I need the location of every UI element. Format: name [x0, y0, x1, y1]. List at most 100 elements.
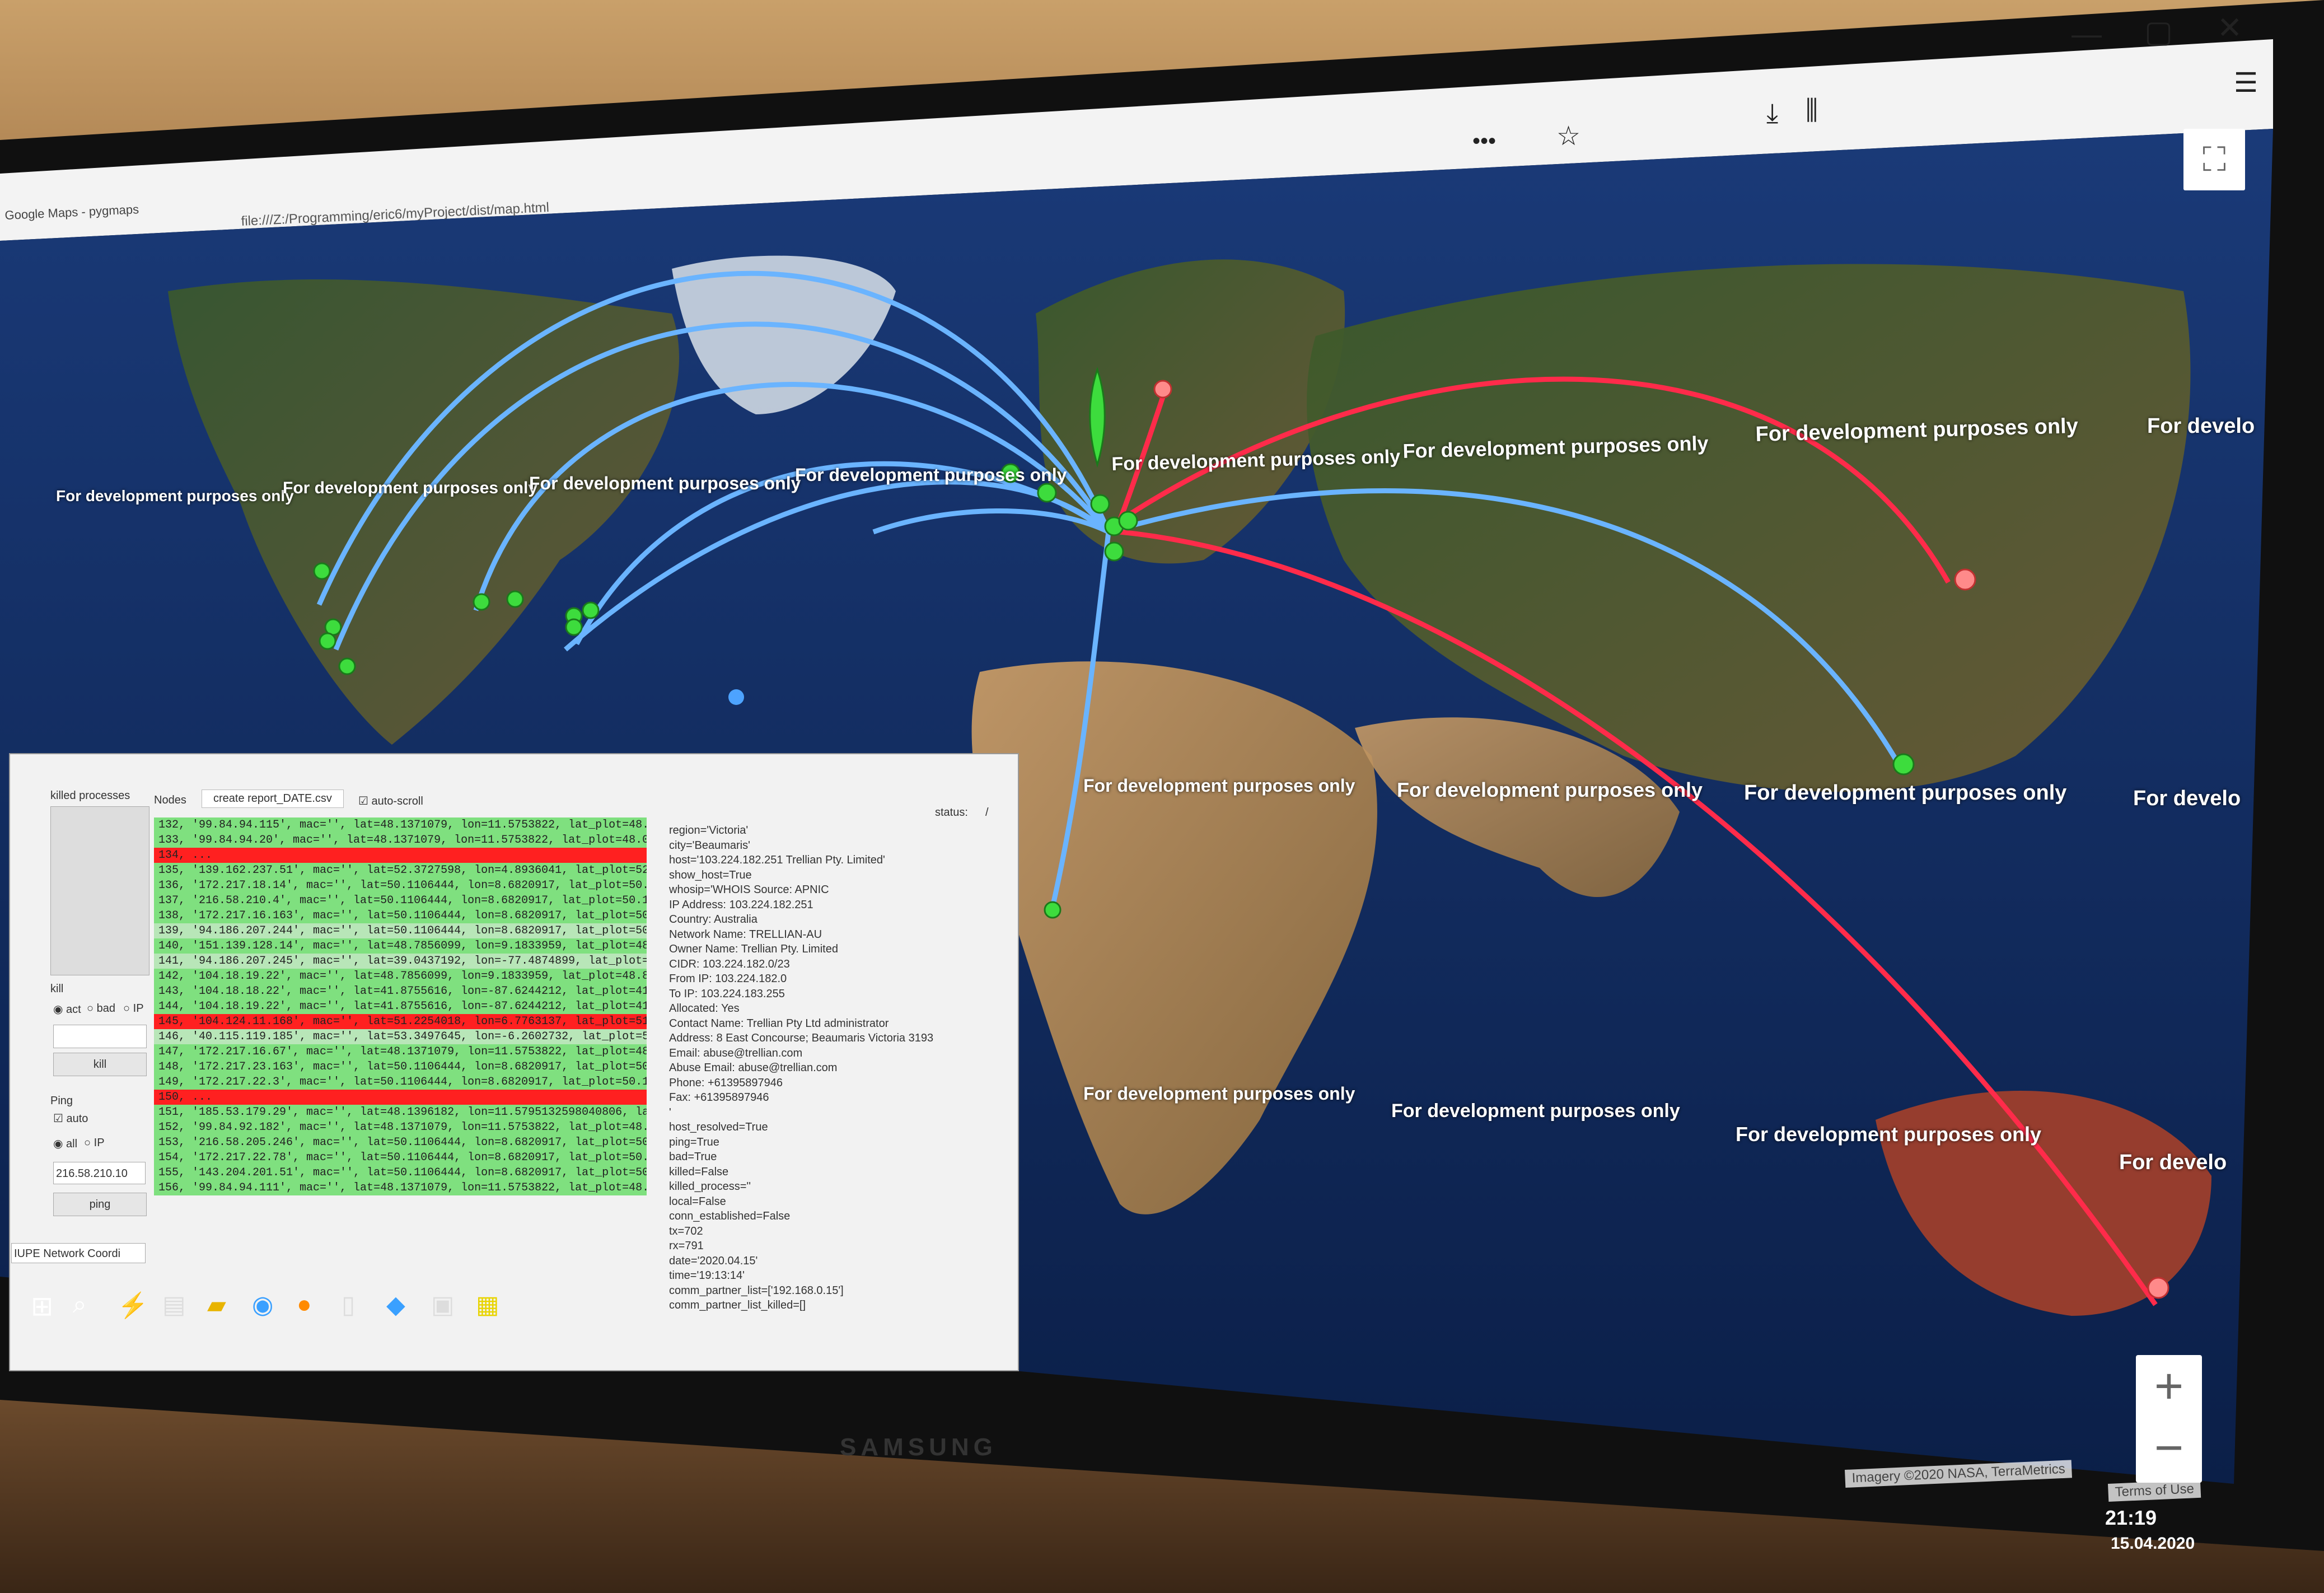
detail-line: Owner Name: Trellian Pty. Limited — [669, 943, 838, 955]
node-row[interactable]: 149, '172.217.22.3', mac='', lat=50.1106… — [154, 1075, 647, 1090]
kill-combo[interactable] — [53, 1025, 147, 1048]
detail-line: IP Address: 103.224.182.251 — [669, 898, 813, 911]
node-row[interactable]: 140, '151.139.128.14', mac='', lat=48.78… — [154, 938, 647, 954]
all-radio[interactable]: ◉ all — [53, 1137, 77, 1151]
ping-label: Ping — [50, 1095, 73, 1107]
node-row[interactable]: 148, '172.217.23.163', mac='', lat=50.11… — [154, 1059, 647, 1075]
node-row[interactable]: 146, '40.115.119.185', mac='', lat=53.34… — [154, 1029, 647, 1044]
auto-checkbox[interactable]: ☑ auto — [53, 1111, 88, 1125]
node-row[interactable]: 138, '172.217.16.163', mac='', lat=50.11… — [154, 908, 647, 923]
node-row[interactable]: 145, '104.124.11.168', mac='', lat=51.22… — [154, 1014, 647, 1029]
firefox-icon[interactable]: ● — [297, 1291, 312, 1319]
app-icon[interactable]: ▣ — [431, 1291, 455, 1319]
dev-watermark-cut: For develo — [2147, 414, 2255, 438]
bookmark-star-icon[interactable]: ☆ — [1556, 120, 1580, 152]
node-row[interactable]: 143, '104.18.18.22', mac='', lat=41.8755… — [154, 984, 647, 999]
zoom-out-button[interactable]: − — [2136, 1417, 2202, 1483]
detail-line: host_resolved=True — [669, 1121, 768, 1133]
status-label: status: — [935, 806, 968, 819]
node-row[interactable]: 153, '216.58.205.246', mac='', lat=50.11… — [154, 1135, 647, 1150]
detail-line: To IP: 103.224.183.255 — [669, 987, 785, 1000]
app-icon[interactable]: ◆ — [386, 1291, 405, 1319]
minimize-icon[interactable]: — — [2072, 17, 2102, 52]
close-icon[interactable]: ✕ — [2217, 10, 2242, 45]
detail-line: time='19:13:14' — [669, 1269, 745, 1282]
node-row[interactable]: 154, '172.217.22.78', mac='', lat=50.110… — [154, 1150, 647, 1165]
node-row[interactable]: 144, '104.18.19.22', mac='', lat=41.8755… — [154, 999, 647, 1014]
node-row[interactable]: 132, '99.84.94.115', mac='', lat=48.1371… — [154, 817, 647, 833]
blue-pin — [728, 689, 744, 705]
dev-watermark: For development purposes only — [1083, 776, 1355, 796]
node-row[interactable]: 150, ... — [154, 1090, 647, 1105]
windows-start-icon[interactable]: ⊞ — [31, 1291, 53, 1322]
node-row[interactable]: 141, '94.186.207.245', mac='', lat=39.04… — [154, 954, 647, 969]
python-app-icon[interactable]: ▦ — [476, 1291, 499, 1319]
bad-label: bad — [96, 1002, 116, 1015]
zoom-in-button[interactable]: + — [2136, 1355, 2202, 1421]
network-combo[interactable]: IUPE Network Coordi — [11, 1243, 146, 1263]
node-row[interactable]: 139, '94.186.207.244', mac='', lat=50.11… — [154, 923, 647, 938]
ip2-label: IP — [93, 1137, 105, 1149]
fullscreen-button[interactable]: ⛶ — [2183, 129, 2245, 190]
more-icon[interactable]: ••• — [1472, 129, 1496, 154]
node-row[interactable]: 147, '172.217.16.67', mac='', lat=48.137… — [154, 1044, 647, 1059]
dev-watermark: For development purposes only — [1083, 1083, 1355, 1104]
node-row[interactable]: 151, '185.53.179.29', mac='', lat=48.139… — [154, 1105, 647, 1120]
detail-line: city='Beaumaris' — [669, 839, 750, 852]
ip2-radio[interactable]: ○ IP — [84, 1137, 105, 1150]
detail-line: date='2020.04.15' — [669, 1254, 758, 1267]
kill-button[interactable]: kill — [53, 1053, 147, 1076]
menu-icon[interactable]: ☰ — [2234, 67, 2258, 99]
act-radio[interactable]: ◉ act — [53, 1002, 81, 1016]
node-row[interactable]: 156, '99.84.94.111', mac='', lat=48.1371… — [154, 1180, 647, 1195]
detail-line: comm_partner_list=['192.168.0.15'] — [669, 1284, 844, 1297]
detail-line: show_host=True — [669, 868, 752, 881]
dev-watermark: For development purposes only — [1744, 781, 2067, 805]
detail-line: killed_process='' — [669, 1180, 751, 1193]
node-row[interactable]: 152, '99.84.92.182', mac='', lat=48.1371… — [154, 1120, 647, 1135]
bad-radio[interactable]: ○ bad — [87, 1002, 115, 1015]
detail-line: Abuse Email: abuse@trellian.com — [669, 1062, 838, 1074]
auto-label: auto — [66, 1113, 88, 1125]
app-icon[interactable]: ⚡ — [118, 1291, 148, 1320]
app-icon[interactable]: ◉ — [252, 1291, 273, 1319]
node-list[interactable]: 132, '99.84.94.115', mac='', lat=48.1371… — [154, 817, 647, 1321]
dev-watermark-cut: For develo — [2133, 787, 2241, 810]
node-row[interactable]: 135, '139.162.237.51', mac='', lat=52.37… — [154, 863, 647, 878]
tab-create-report[interactable]: create report_DATE.csv — [202, 790, 344, 808]
node-row[interactable]: 134, ... — [154, 848, 647, 863]
detail-line: Contact Name: Trellian Pty Ltd administr… — [669, 1017, 889, 1030]
ping-button[interactable]: ping — [53, 1193, 147, 1216]
library-icon[interactable]: ⫼ — [1806, 95, 1818, 127]
detail-line: Network Name: TRELLIAN-AU — [669, 928, 822, 941]
detail-line: Country: Australia — [669, 913, 757, 926]
detail-line: tx=702 — [669, 1225, 703, 1237]
ip-radio[interactable]: ○ IP — [123, 1002, 144, 1015]
node-details: region='Victoria' city='Beaumaris' host='1… — [669, 823, 983, 1313]
download-icon[interactable]: ⤓ — [1766, 98, 1778, 129]
node-row[interactable]: 155, '143.204.201.51', mac='', lat=50.11… — [154, 1165, 647, 1180]
folder-icon[interactable]: ▰ — [207, 1291, 226, 1319]
node-row[interactable]: 133, '99.84.94.20', mac='', lat=48.13710… — [154, 833, 647, 848]
node-row[interactable]: 137, '216.58.210.4', mac='', lat=50.1106… — [154, 893, 647, 908]
detail-line: bad=True — [669, 1151, 717, 1163]
maximize-icon[interactable]: ▢ — [2144, 14, 2173, 49]
document-icon[interactable]: ▯ — [342, 1291, 355, 1319]
ip-input[interactable]: 216.58.210.10 — [53, 1162, 146, 1184]
detail-line: killed=False — [669, 1165, 729, 1178]
dev-watermark-cut: For develo — [2119, 1151, 2227, 1174]
app-icon[interactable]: ▤ — [162, 1291, 186, 1319]
tab-nodes[interactable]: Nodes — [154, 794, 186, 807]
detail-line: local=False — [669, 1195, 726, 1208]
node-row[interactable]: 136, '172.217.18.14', mac='', lat=50.110… — [154, 878, 647, 893]
autoscroll-checkbox[interactable]: ☑ auto-scroll — [358, 794, 423, 808]
detail-line: region='Victoria' — [669, 824, 749, 837]
detail-line: Email: abuse@trellian.com — [669, 1047, 803, 1059]
clock-time: 21:19 — [2105, 1506, 2157, 1529]
autoscroll-label: auto-scroll — [371, 795, 423, 807]
search-icon[interactable]: ⌕ — [73, 1291, 87, 1319]
detail-line: whosip='WHOIS Source: APNIC — [669, 884, 829, 896]
fullscreen-icon: ⛶ — [2203, 141, 2226, 178]
killed-processes-list[interactable] — [50, 806, 149, 975]
node-row[interactable]: 142, '104.18.19.22', mac='', lat=48.7856… — [154, 969, 647, 984]
